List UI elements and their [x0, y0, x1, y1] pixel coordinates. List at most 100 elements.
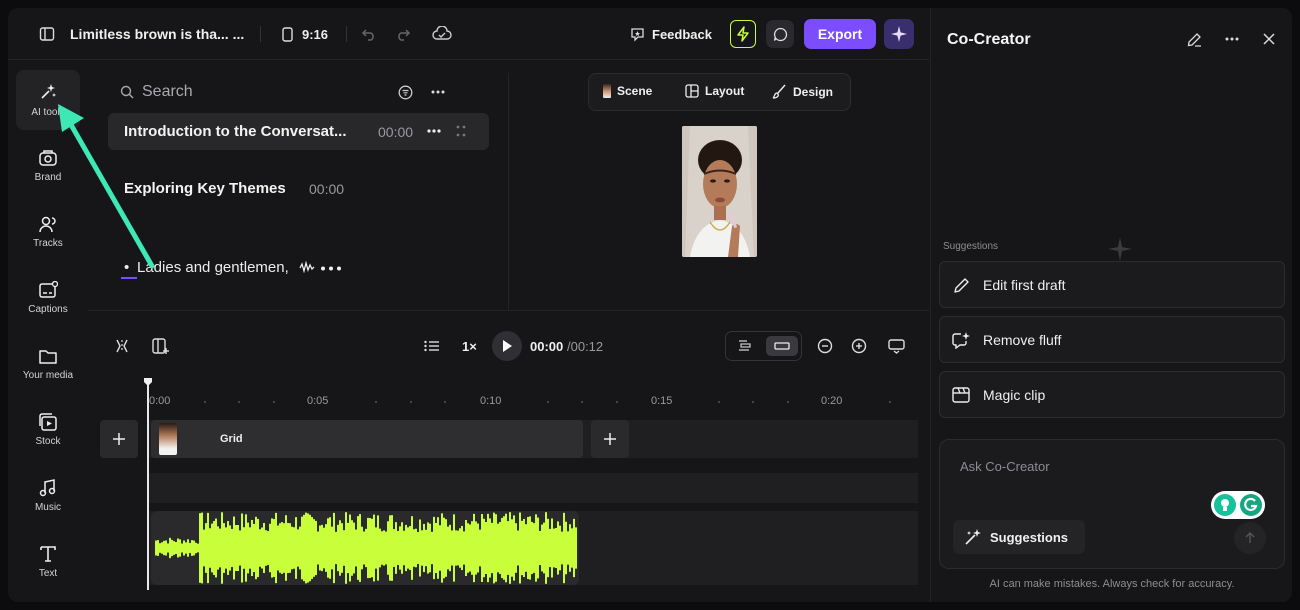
add-track-before-button[interactable] — [100, 420, 138, 458]
ai-disclaimer: AI can make mistakes. Always check for a… — [989, 578, 1235, 590]
brush-icon — [772, 84, 787, 99]
project-title[interactable]: Limitless brown is tha... ... — [70, 26, 244, 42]
tab-design[interactable]: Design — [772, 84, 833, 99]
split-icon[interactable] — [112, 337, 132, 355]
ruler-dot — [238, 401, 240, 403]
grammarly-badge[interactable] — [1211, 491, 1265, 519]
tab-layout[interactable]: Layout — [685, 84, 744, 98]
suggestions-heading: Suggestions — [943, 241, 999, 252]
more-options-icon[interactable] — [429, 83, 447, 101]
add-scene-icon[interactable] — [150, 336, 172, 356]
ruler-tick: 0:10 — [480, 395, 502, 407]
drag-handle-icon[interactable] — [454, 123, 468, 139]
ruler-dot — [547, 401, 549, 403]
sidebar-item-text[interactable]: Text — [16, 532, 80, 592]
text-cursor-underline — [121, 277, 137, 279]
captions-icon — [38, 281, 58, 299]
current-time: 00:00 — [530, 339, 564, 354]
scene-more-icon[interactable] — [426, 123, 442, 139]
scene-time: 00:00 — [309, 181, 345, 197]
zoom-in-icon[interactable] — [850, 337, 868, 355]
ask-co-creator-input[interactable]: Ask Co-Creator Suggestions — [939, 439, 1285, 569]
undo-icon[interactable] — [360, 25, 378, 43]
app-window: Limitless brown is tha... ... 9:16 Feedb… — [8, 8, 1292, 602]
minus-bar-icon — [774, 342, 790, 350]
sidebar-item-captions[interactable]: Captions — [16, 268, 80, 328]
suggestions-button-label: Suggestions — [990, 529, 1069, 545]
chat-bubble-icon — [773, 27, 788, 42]
video-preview[interactable] — [682, 126, 757, 257]
text-more-icon[interactable] — [319, 264, 343, 272]
video-clip[interactable]: Grid — [151, 420, 583, 458]
cloud-sync-icon[interactable] — [431, 24, 453, 44]
suggestions-button[interactable]: Suggestions — [953, 520, 1085, 554]
ruler-dot — [752, 401, 754, 403]
suggestion-label: Remove fluff — [983, 332, 1062, 348]
panel-more-icon[interactable] — [1223, 32, 1241, 46]
suggestion-remove-fluff[interactable]: Remove fluff — [939, 316, 1285, 363]
export-button[interactable]: Export — [804, 19, 876, 49]
ruler-dot — [787, 401, 789, 403]
suggestion-magic-clip[interactable]: Magic clip — [939, 371, 1285, 418]
boost-button[interactable] — [730, 20, 756, 48]
align-icon[interactable] — [736, 338, 754, 354]
panel-divider — [508, 73, 509, 311]
ruler-dot — [581, 401, 583, 403]
sidebar-toggle-icon[interactable] — [38, 25, 56, 43]
ruler-dot — [444, 401, 446, 403]
ai-sparkle-button[interactable] — [884, 19, 914, 49]
ruler-dot — [410, 401, 412, 403]
add-clip-after-button[interactable] — [591, 420, 629, 458]
tab-scene[interactable]: Scene — [603, 84, 652, 98]
play-button[interactable] — [492, 331, 522, 361]
sparkle-watermark-icon — [1107, 236, 1133, 262]
filter-icon[interactable] — [396, 83, 414, 101]
plus-icon — [604, 433, 616, 445]
co-creator-panel: Co-Creator Suggestions Edit first draft … — [930, 8, 1292, 602]
playhead-handle[interactable] — [144, 378, 152, 386]
layout-icon — [685, 84, 699, 98]
feedback-button[interactable]: Feedback — [630, 23, 712, 45]
zoom-out-icon[interactable] — [816, 337, 834, 355]
feedback-label: Feedback — [652, 26, 712, 42]
send-button[interactable] — [1234, 522, 1266, 554]
phone-ratio-icon[interactable] — [280, 26, 294, 42]
sidebar-item-your-media[interactable]: Your media — [16, 334, 80, 394]
text-icon — [38, 545, 58, 563]
list-icon[interactable] — [422, 338, 440, 354]
sidebar-item-label: Text — [38, 568, 58, 579]
close-icon[interactable] — [1260, 30, 1278, 48]
sidebar-item-music[interactable]: Music — [16, 466, 80, 526]
timeline-separator — [88, 310, 929, 311]
tab-label: Layout — [705, 84, 745, 98]
sidebar-item-stock[interactable]: Stock — [16, 400, 80, 460]
playhead[interactable] — [147, 380, 149, 590]
audio-wave-icon — [299, 260, 315, 274]
sparkle-icon — [891, 26, 907, 42]
compact-view-button[interactable] — [766, 336, 798, 356]
playback-speed[interactable]: 1× — [462, 339, 477, 354]
plus-icon — [113, 433, 125, 445]
scene-row-selected[interactable]: Introduction to the Conversat... 00:00 — [108, 113, 489, 150]
ruler-dot — [375, 401, 377, 403]
fit-timeline-icon[interactable] — [886, 337, 906, 355]
aspect-ratio[interactable]: 9:16 — [302, 27, 328, 42]
ruler-dot — [273, 401, 275, 403]
top-bar: Limitless brown is tha... ... 9:16 Feedb… — [8, 8, 929, 60]
suggestion-edit-first-draft[interactable]: Edit first draft — [939, 261, 1285, 308]
ruler-dot — [204, 401, 206, 403]
pencil-icon — [952, 276, 970, 294]
sidebar-item-label: Music — [34, 502, 62, 513]
bulb-icon — [1214, 494, 1236, 516]
lightning-icon — [736, 26, 750, 42]
search-icon — [119, 84, 135, 100]
script-text-line[interactable]: Ladies and gentlemen, — [137, 259, 289, 276]
preview-tab-bar: Scene Layout Design — [588, 73, 851, 111]
redo-icon[interactable] — [394, 25, 412, 43]
clip-thumbnail — [159, 423, 177, 455]
new-chat-icon[interactable] — [1185, 30, 1203, 48]
timeline-view-toggle — [725, 331, 802, 361]
audio-clip-waveform[interactable] — [151, 511, 579, 585]
comments-button[interactable] — [766, 20, 794, 48]
script-search-input[interactable]: Search — [142, 83, 193, 101]
